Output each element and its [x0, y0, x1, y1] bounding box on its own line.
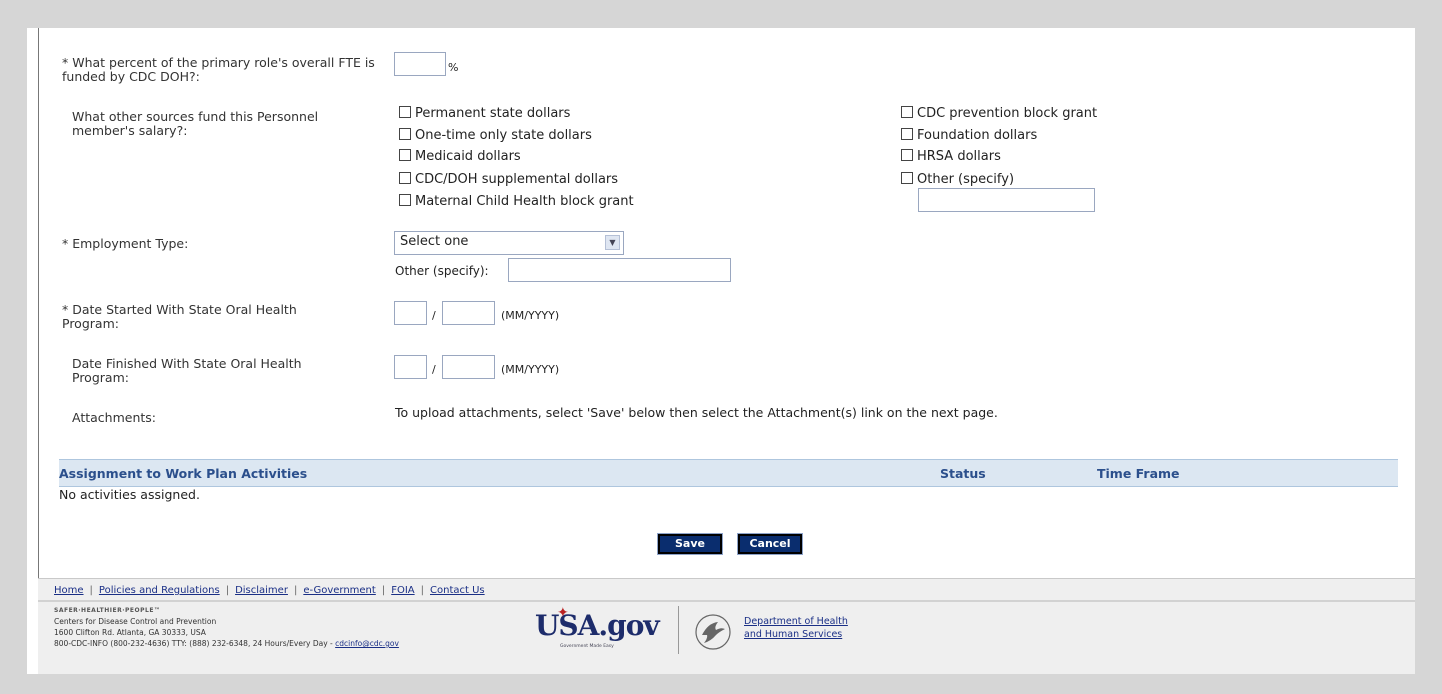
- employment-type-selected: Select one: [400, 234, 469, 249]
- cdc-contact-line: 800-CDC-INFO (800-232-4636) TTY: (888) 2…: [54, 638, 399, 649]
- date-finished-year-input[interactable]: [442, 355, 495, 379]
- assignments-column-activity: Assignment to Work Plan Activities: [59, 466, 308, 481]
- save-button[interactable]: Save: [657, 533, 723, 555]
- checkbox[interactable]: [399, 149, 411, 161]
- hhs-link-line2: and Human Services: [744, 629, 843, 640]
- source-one-time-state[interactable]: One-time only state dollars: [399, 128, 592, 143]
- checkbox-label: HRSA dollars: [917, 149, 1001, 164]
- source-other-specify-input[interactable]: [918, 188, 1095, 212]
- date-format-hint: (MM/YYYY): [501, 309, 560, 322]
- footer-divider: [38, 600, 1415, 602]
- checkbox-label: CDC prevention block grant: [917, 106, 1098, 121]
- source-cdc-doh-supplemental[interactable]: CDC/DOH supplemental dollars: [399, 172, 618, 187]
- employment-other-input[interactable]: [508, 258, 731, 282]
- checkbox-label: Maternal Child Health block grant: [415, 194, 634, 209]
- date-finished-month-input[interactable]: [394, 355, 427, 379]
- chevron-down-icon[interactable]: ▼: [605, 235, 620, 250]
- checkbox-label: Foundation dollars: [917, 128, 1038, 143]
- footer-link-home[interactable]: Home: [54, 585, 84, 596]
- footer: Home | Policies and Regulations | Disclaimer…: [38, 578, 1415, 674]
- footer-link-egovernment[interactable]: e-Government: [303, 585, 376, 596]
- assignments-column-timeframe: Time Frame: [1097, 466, 1180, 481]
- usa-gov-logo[interactable]: USA.gov ✦ Government Made Easy: [535, 605, 665, 651]
- date-separator: /: [432, 309, 436, 322]
- footer-link-contact[interactable]: Contact Us: [430, 585, 485, 596]
- footer-separator: |: [293, 585, 298, 596]
- footer-separator: |: [381, 585, 386, 596]
- source-hrsa[interactable]: HRSA dollars: [901, 149, 1001, 164]
- source-maternal-child-health[interactable]: Maternal Child Health block grant: [399, 194, 634, 209]
- hhs-eagle-icon[interactable]: [694, 613, 732, 651]
- usa-gov-logo-text: USA.gov: [535, 609, 660, 642]
- checkbox-label: Medicaid dollars: [415, 149, 521, 164]
- attachments-instructions: To upload attachments, select 'Save' bel…: [395, 405, 998, 420]
- funding-sources-label: What other sources fund this Personnel m…: [72, 109, 319, 138]
- footer-link-policies[interactable]: Policies and Regulations: [99, 585, 220, 596]
- employment-type-label: * Employment Type:: [62, 236, 189, 251]
- star-icon: ✦: [557, 605, 569, 621]
- cdc-address: 1600 Clifton Rd. Atlanta, GA 30333, USA: [54, 628, 206, 637]
- left-border-rule: [38, 28, 39, 578]
- source-other[interactable]: Other (specify): [901, 172, 1014, 187]
- checkbox[interactable]: [901, 172, 913, 184]
- attachments-label: Attachments:: [72, 410, 157, 425]
- cdc-tagline: SAFER·HEALTHIER·PEOPLE™: [54, 607, 161, 614]
- footer-contact-info: SAFER·HEALTHIER·PEOPLE™ Centers for Dise…: [54, 605, 399, 649]
- checkbox[interactable]: [901, 149, 913, 161]
- cdc-email-link[interactable]: cdcinfo@cdc.gov: [335, 639, 399, 648]
- checkbox-label: Other (specify): [917, 172, 1015, 187]
- assignments-table-header: Assignment to Work Plan Activities Statu…: [59, 459, 1398, 487]
- checkbox[interactable]: [399, 128, 411, 140]
- hhs-link-line1: Department of Health: [744, 616, 848, 627]
- date-separator: /: [432, 363, 436, 376]
- footer-link-disclaimer[interactable]: Disclaimer: [235, 585, 288, 596]
- employment-type-select[interactable]: Select one ▼: [394, 231, 624, 255]
- footer-separator: |: [420, 585, 424, 596]
- checkbox-label: CDC/DOH supplemental dollars: [415, 172, 619, 187]
- usa-gov-logo-sub: Government Made Easy: [560, 644, 614, 649]
- checkbox[interactable]: [901, 106, 913, 118]
- checkbox-label: One-time only state dollars: [415, 128, 592, 143]
- date-started-year-input[interactable]: [442, 301, 495, 325]
- footer-separator: |: [225, 585, 230, 596]
- source-permanent-state[interactable]: Permanent state dollars: [399, 106, 570, 121]
- source-foundation[interactable]: Foundation dollars: [901, 128, 1037, 143]
- hhs-link[interactable]: Department of Health and Human Services: [744, 615, 848, 641]
- cdc-org-name: Centers for Disease Control and Preventi…: [54, 617, 217, 626]
- checkbox[interactable]: [901, 128, 913, 140]
- percent-sign: %: [448, 61, 459, 74]
- personnel-form-page: * What percent of the primary role's ove…: [27, 28, 1415, 674]
- checkbox[interactable]: [399, 106, 411, 118]
- date-format-hint: (MM/YYYY): [501, 363, 560, 376]
- assignments-empty-text: No activities assigned.: [59, 487, 200, 502]
- source-cdc-prevention-block[interactable]: CDC prevention block grant: [901, 106, 1097, 121]
- cdc-phone: 800-CDC-INFO (800-232-4636) TTY: (888) 2…: [54, 639, 336, 648]
- footer-links: Home | Policies and Regulations | Disclaimer…: [54, 585, 485, 596]
- fte-percent-input[interactable]: [394, 52, 446, 76]
- checkbox-label: Permanent state dollars: [415, 106, 571, 121]
- footer-logo-divider: [678, 606, 679, 654]
- employment-other-label: Other (specify):: [395, 264, 489, 278]
- footer-link-foia[interactable]: FOIA: [391, 585, 414, 596]
- fte-label: * What percent of the primary role's ove…: [62, 55, 375, 84]
- checkbox[interactable]: [399, 194, 411, 206]
- footer-separator: |: [89, 585, 93, 596]
- date-finished-label: Date Finished With State Oral Health Pro…: [72, 356, 302, 385]
- date-started-label: * Date Started With State Oral Health Pr…: [62, 302, 297, 331]
- source-medicaid[interactable]: Medicaid dollars: [399, 149, 521, 164]
- cancel-button[interactable]: Cancel: [737, 533, 803, 555]
- date-started-month-input[interactable]: [394, 301, 427, 325]
- checkbox[interactable]: [399, 172, 411, 184]
- assignments-column-status: Status: [940, 466, 986, 481]
